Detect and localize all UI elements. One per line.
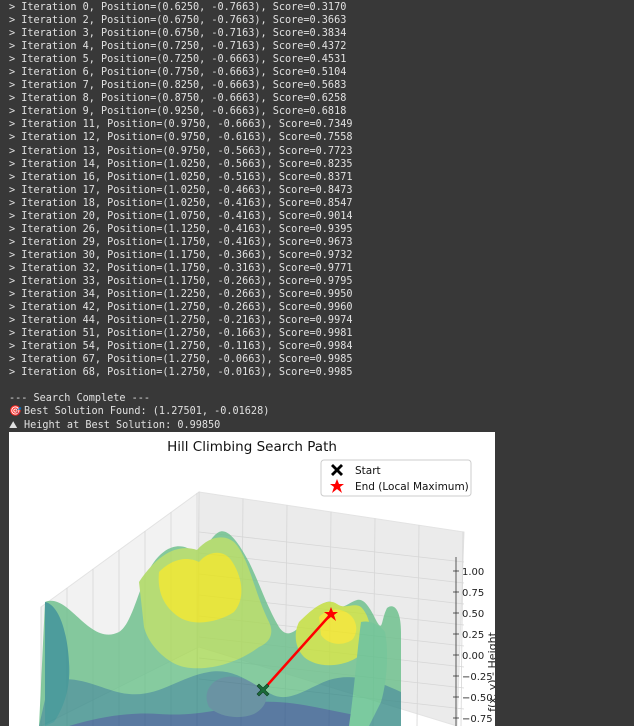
console-line: > Iteration 0, Position=(0.6250, -0.7663… [9, 2, 347, 13]
console-line: > Iteration 32, Position=(1.1750, -0.316… [9, 262, 353, 274]
best-solution-line: 🎯 Best Solution Found: (1.27501, -0.01628… [9, 405, 634, 418]
console-line: > Iteration 20, Position=(1.0750, -0.416… [9, 210, 353, 222]
console-line: > Iteration 18, Position=(1.0250, -0.416… [9, 197, 353, 209]
height-line: ⛰ Height at Best Solution: 0.99850 [9, 419, 634, 432]
legend-start-label: Start [355, 465, 381, 477]
best-solution-line-icon: 🎯 [9, 406, 22, 418]
console-line: > Iteration 5, Position=(0.7250, -0.6663… [9, 54, 347, 66]
best-solution-line-text: Best Solution Found: (1.27501, -0.01628) [24, 406, 270, 418]
console-line: > Iteration 34, Position=(1.2250, -0.266… [9, 289, 353, 301]
console-line: > Iteration 33, Position=(1.1750, -0.266… [9, 275, 353, 287]
legend-end-label: End (Local Maximum) [355, 481, 469, 493]
search-complete-line: --- Search Complete --- [9, 392, 634, 405]
console-line: > Iteration 16, Position=(1.0250, -0.516… [9, 171, 353, 183]
console-line: > Iteration 44, Position=(1.2750, -0.216… [9, 315, 353, 327]
console-output: > Iteration 0, Position=(0.6250, -0.7663… [0, 0, 634, 432]
console-line: > Iteration 68, Position=(1.2750, -0.016… [9, 367, 353, 379]
console-line: > Iteration 42, Position=(1.2750, -0.266… [9, 302, 353, 314]
console-line: > Iteration 14, Position=(1.0250, -0.566… [9, 158, 353, 170]
console-line: > Iteration 11, Position=(0.9750, -0.666… [9, 119, 353, 131]
console-line: > Iteration 54, Position=(1.2750, -0.116… [9, 341, 353, 353]
console-line: > Iteration 2, Position=(0.6750, -0.7663… [9, 15, 347, 27]
console-line: > Iteration 8, Position=(0.8750, -0.6663… [9, 93, 347, 105]
console-line: > Iteration 7, Position=(0.8250, -0.6663… [9, 80, 347, 92]
legend: Start End (Local Maximum) [320, 459, 472, 497]
console-line: > Iteration 6, Position=(0.7750, -0.6663… [9, 67, 347, 79]
console-line: > Iteration 29, Position=(1.1750, -0.416… [9, 236, 353, 248]
z-tick-label: 0.75 [462, 588, 484, 599]
console-line: > Iteration 67, Position=(1.2750, -0.066… [9, 354, 353, 366]
console-line: > Iteration 26, Position=(1.1250, -0.416… [9, 223, 353, 235]
console-line: > Iteration 30, Position=(1.1750, -0.366… [9, 249, 353, 261]
z-axis-label: f(x, y) - Height [486, 631, 495, 711]
z-tick-label: 1.00 [462, 567, 484, 578]
z-tick-label: 0.25 [462, 630, 484, 641]
z-tick-label: −0.75 [462, 714, 493, 725]
chart-title: Hill Climbing Search Path [167, 439, 337, 455]
console-line: > Iteration 13, Position=(0.9750, -0.566… [9, 145, 353, 157]
plot-figure: 1.00 0.75 0.50 0.25 0.00 −0.25 −0.50 −0.75 f(x,… [9, 432, 495, 726]
search-complete-line-text: --- Search Complete --- [9, 393, 151, 405]
console-line: > Iteration 12, Position=(0.9750, -0.616… [9, 132, 353, 144]
height-line-text: Height at Best Solution: 0.99850 [24, 419, 221, 431]
console-line: > Iteration 17, Position=(1.0250, -0.466… [9, 184, 353, 196]
console-line: > Iteration 9, Position=(0.9250, -0.6663… [9, 106, 347, 118]
console-line: > Iteration 4, Position=(0.7250, -0.7163… [9, 41, 347, 53]
height-line-icon: ⛰ [9, 419, 18, 431]
console-line: > Iteration 3, Position=(0.6750, -0.7163… [9, 28, 347, 40]
z-tick-label: 0.50 [462, 609, 484, 620]
z-tick-label: 0.00 [462, 651, 484, 662]
console-line: > Iteration 51, Position=(1.2750, -0.166… [9, 328, 353, 340]
